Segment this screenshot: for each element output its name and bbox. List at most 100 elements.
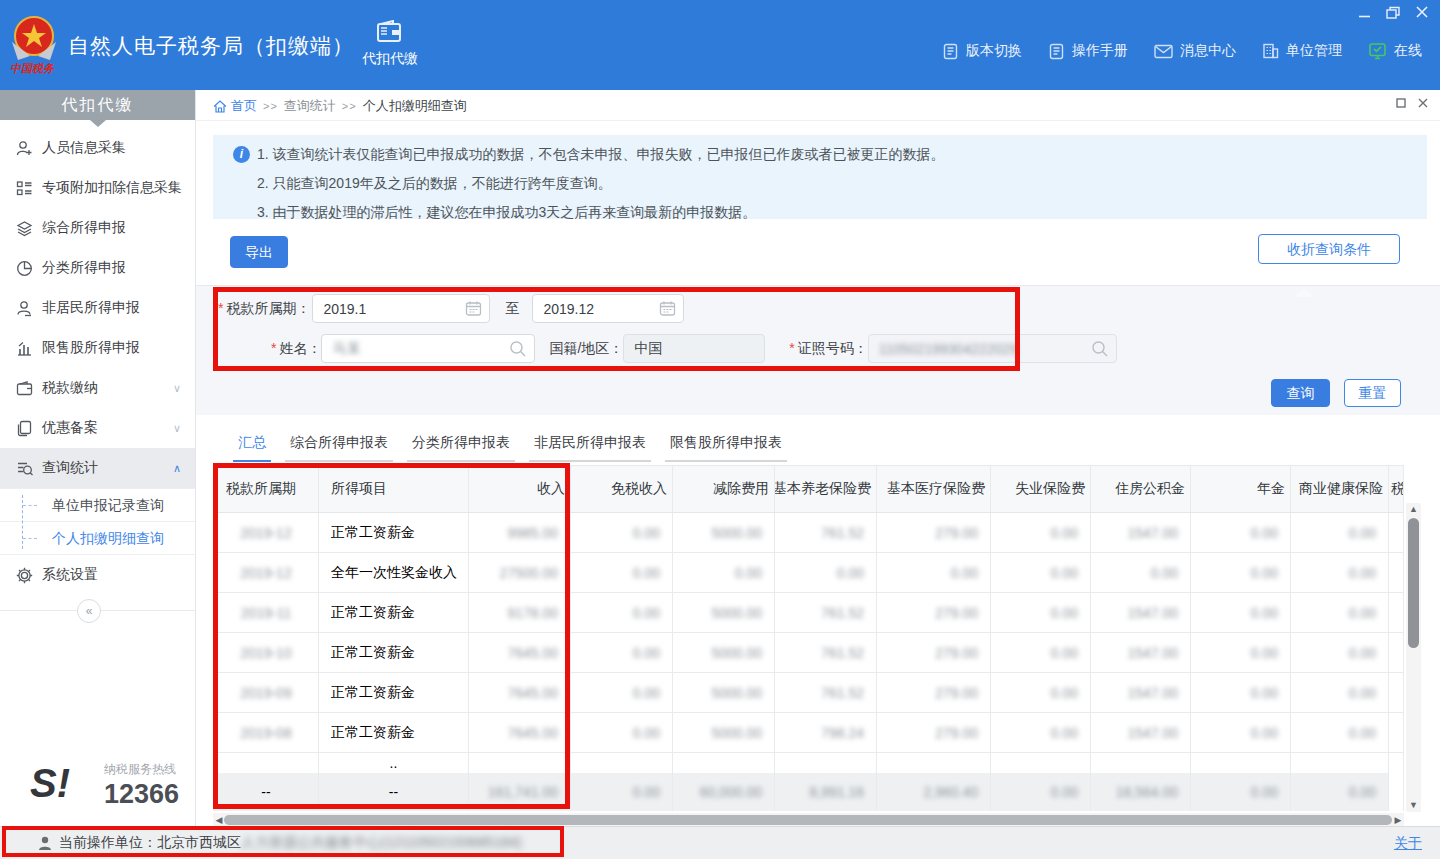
tax-emblem-logo: 中国税务	[8, 12, 60, 78]
sidebar-divider: «	[0, 610, 195, 611]
collapse-query-button[interactable]: 收折查询条件	[1258, 234, 1400, 264]
main-content: 首页 >> 查询统计 >> 个人扣缴明细查询 i 1. 该查询统计表仅能查询已申…	[196, 90, 1440, 826]
cell: 基本医疗保险费	[877, 466, 991, 512]
search-list-icon	[16, 460, 33, 477]
breadcrumb-home[interactable]: 首页	[213, 97, 257, 115]
tab-分类所得申报表[interactable]: 分类所得申报表	[407, 428, 515, 462]
reset-button[interactable]: 重置	[1344, 379, 1401, 407]
id-label: 证照号码：	[798, 340, 868, 356]
cell	[1091, 753, 1191, 773]
cell	[214, 753, 319, 773]
home-icon	[213, 100, 227, 113]
topbar-menu-操作手册[interactable]: 操作手册	[1048, 42, 1128, 60]
sidebar-subitem-个人扣缴明细查询[interactable]: 个人扣缴明细查询	[0, 522, 195, 555]
scroll-right-arrow[interactable]: ▶	[1392, 813, 1404, 827]
sidebar-item-查询统计[interactable]: 查询统计∧	[0, 448, 195, 488]
topbar-menu-消息中心[interactable]: 消息中心	[1154, 42, 1236, 60]
cell: 0.00	[1191, 773, 1291, 811]
period-from-input[interactable]: 2019.1	[312, 294, 490, 323]
panel-close-icon[interactable]	[1418, 98, 1428, 108]
about-link[interactable]: 关于	[1394, 835, 1422, 853]
close-button[interactable]	[1414, 4, 1430, 20]
gear-icon	[16, 567, 33, 584]
sidebar-item-分类所得申报[interactable]: 分类所得申报	[0, 248, 195, 288]
hotline-logo: S!	[30, 761, 70, 806]
app-title: 自然人电子税务局（扣缴端）	[68, 32, 354, 60]
scroll-down-arrow[interactable]: ▼	[1406, 799, 1421, 812]
sidebar-item-非居民所得申报[interactable]: 非居民所得申报	[0, 288, 195, 328]
search-icon[interactable]	[1091, 340, 1109, 358]
export-button[interactable]: 导出	[230, 236, 288, 268]
sidebar-header: 代扣代缴	[0, 90, 195, 120]
sidebar-subitem-单位申报记录查询[interactable]: 单位申报记录查询	[0, 489, 195, 522]
restore-button[interactable]	[1385, 4, 1401, 20]
breadcrumb-current: 个人扣缴明细查询	[363, 97, 467, 115]
layers-icon	[16, 220, 33, 237]
table-row[interactable]: 2019-08正常工资薪金7645.000.005000.00798.24279…	[214, 713, 1403, 753]
sidebar-item-人员信息采集[interactable]: 人员信息采集	[0, 128, 195, 168]
tab-汇总[interactable]: 汇总	[233, 428, 271, 462]
cell: 0.00	[1291, 513, 1389, 552]
table-row[interactable]: 2019-11正常工资薪金9178.000.005000.00761.52279…	[214, 593, 1403, 633]
table-row[interactable]: 2019-12正常工资薪金9985.000.005000.00761.52279…	[214, 513, 1403, 553]
cell	[991, 753, 1091, 773]
cell: 5000.00	[673, 593, 775, 632]
tab-非居民所得申报表[interactable]: 非居民所得申报表	[529, 428, 651, 462]
sidebar-collapse-button[interactable]: «	[77, 599, 101, 623]
cell: 2019-11	[214, 593, 319, 632]
sidebar-submenu: 单位申报记录查询个人扣缴明细查询	[0, 488, 195, 555]
minimize-button[interactable]	[1356, 4, 1372, 20]
topbar-menu-在线[interactable]: 在线	[1368, 42, 1422, 60]
cell: 年金	[1191, 466, 1291, 512]
cell: 商业健康保险	[1291, 466, 1389, 512]
cell: 279.00	[877, 633, 991, 672]
cell: 2019-10	[214, 633, 319, 672]
cell: 0.00	[1191, 633, 1291, 672]
cell: 2019-12	[214, 553, 319, 592]
tab-限售股所得申报表[interactable]: 限售股所得申报表	[665, 428, 787, 462]
cell	[673, 753, 775, 773]
search-button[interactable]: 查询	[1271, 379, 1330, 407]
tab-综合所得申报表[interactable]: 综合所得申报表	[285, 428, 393, 462]
search-icon[interactable]	[509, 340, 527, 358]
period-to-input[interactable]: 2019.12	[532, 294, 684, 323]
sidebar-item-限售股所得申报[interactable]: 限售股所得申报	[0, 328, 195, 368]
chevron-down-icon: ∨	[173, 382, 181, 395]
table-row[interactable]: ----161,741.000.0060,000.008,991.162,960…	[214, 773, 1403, 811]
name-input[interactable]: 马某	[321, 334, 535, 363]
tab-daikou-daijiao[interactable]: 代扣代缴	[352, 20, 428, 82]
mail-icon	[1154, 44, 1173, 59]
cell: 7645.00	[469, 673, 571, 712]
sidebar-item-系统设置[interactable]: 系统设置	[0, 555, 195, 595]
person-icon	[16, 300, 33, 317]
cell: 761.52	[775, 593, 877, 632]
vertical-scroll-thumb[interactable]	[1408, 518, 1419, 648]
sidebar-item-优惠备案[interactable]: 优惠备案∨	[0, 408, 195, 448]
topbar-menu-单位管理[interactable]: 单位管理	[1262, 42, 1342, 60]
table-row[interactable]: 2019-12全年一次性奖金收入27500.000.000.000.000.00…	[214, 553, 1403, 593]
breadcrumb-item[interactable]: 查询统计	[284, 97, 336, 115]
id-number-input[interactable]: 110502199304222029	[868, 334, 1117, 363]
sidebar-item-专项附加扣除信息采集[interactable]: 专项附加扣除信息采集	[0, 168, 195, 208]
cell: 0.00	[877, 553, 991, 592]
horizontal-scroll-thumb[interactable]	[224, 815, 1392, 825]
table-row[interactable]: 2019-10正常工资薪金7645.000.005000.00761.52279…	[214, 633, 1403, 673]
chevron-down-icon: ∨	[173, 422, 181, 435]
table-row[interactable]: ..	[214, 753, 1403, 773]
cell: 0.00	[1191, 673, 1291, 712]
nationality-input[interactable]: 中国	[623, 334, 765, 363]
online-status-icon	[1368, 43, 1387, 60]
sidebar-item-税款缴纳[interactable]: 税款缴纳∨	[0, 368, 195, 408]
vertical-scrollbar[interactable]: ▲ ▼	[1406, 503, 1421, 812]
cell: 0.00	[1191, 513, 1291, 552]
horizontal-scrollbar[interactable]: ◀ ▶	[213, 813, 1404, 827]
topbar-menu-版本切换[interactable]: 版本切换	[942, 42, 1022, 60]
cell	[1389, 753, 1404, 773]
sidebar-item-综合所得申报[interactable]: 综合所得申报	[0, 208, 195, 248]
scroll-up-arrow[interactable]: ▲	[1406, 503, 1421, 516]
cell: ..	[319, 753, 469, 773]
cell	[775, 753, 877, 773]
panel-maximize-icon[interactable]	[1396, 98, 1406, 108]
cell: 0.00	[1291, 713, 1389, 752]
table-row[interactable]: 2019-09正常工资薪金7645.000.005000.00761.52279…	[214, 673, 1403, 713]
